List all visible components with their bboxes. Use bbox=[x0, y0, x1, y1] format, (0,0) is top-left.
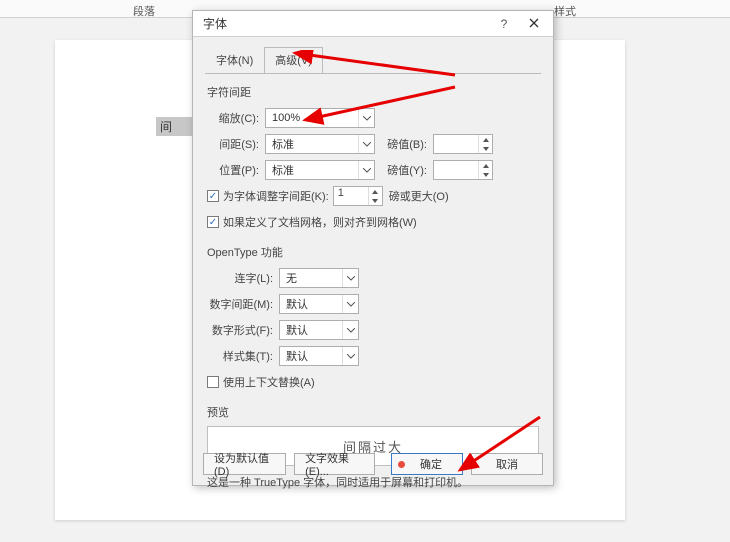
spin-pound-b[interactable] bbox=[433, 134, 493, 154]
chevron-down-icon bbox=[342, 321, 358, 339]
label-pound-b: 磅值(B): bbox=[383, 136, 433, 152]
label-pound-y: 磅值(Y): bbox=[383, 162, 433, 178]
text-effects-button[interactable]: 文字效果(E)... bbox=[294, 453, 375, 475]
chevron-down-icon bbox=[342, 347, 358, 365]
dialog-tabs: 字体(N) 高级(V) bbox=[205, 47, 553, 74]
spin-pound-y[interactable] bbox=[433, 160, 493, 180]
label-ligatures: 连字(L): bbox=[207, 270, 279, 286]
combo-num-spacing[interactable]: 默认 bbox=[279, 294, 359, 314]
ribbon-group-paragraph: 段落 bbox=[133, 3, 155, 19]
chevron-down-icon bbox=[358, 109, 374, 127]
combo-num-form[interactable]: 默认 bbox=[279, 320, 359, 340]
combo-ligatures[interactable]: 无 bbox=[279, 268, 359, 288]
font-dialog: 字体 ? 字体(N) 高级(V) 字符间距 缩放(C): 100% 间距(S):… bbox=[192, 10, 554, 486]
tab-font[interactable]: 字体(N) bbox=[205, 47, 264, 74]
dialog-button-row: 设为默认值(D) 文字效果(E)... 确定 取消 bbox=[203, 453, 543, 475]
label-spacing: 间距(S): bbox=[207, 136, 265, 152]
close-button[interactable] bbox=[519, 17, 549, 31]
combo-scale[interactable]: 100% bbox=[265, 108, 375, 128]
section-title-opentype: OpenType 功能 bbox=[207, 244, 539, 260]
label-position: 位置(P): bbox=[207, 162, 265, 178]
help-button[interactable]: ? bbox=[489, 17, 519, 31]
chevron-down-icon bbox=[342, 295, 358, 313]
combo-style-set[interactable]: 默认 bbox=[279, 346, 359, 366]
label-num-form: 数字形式(F): bbox=[207, 322, 279, 338]
chevron-down-icon bbox=[358, 135, 374, 153]
ribbon-group-styles: 样式 bbox=[554, 3, 576, 19]
check-context-alt[interactable]: 使用上下文替换(A) bbox=[207, 374, 315, 390]
section-char-spacing: 字符间距 缩放(C): 100% 间距(S): 标准 磅值(B): 位置(P): bbox=[207, 84, 539, 234]
section-opentype: OpenType 功能 连字(L): 无 数字间距(M): 默认 数字形式(F)… bbox=[207, 244, 539, 394]
section-title-preview: 预览 bbox=[207, 404, 539, 420]
check-grid-align[interactable]: ✓ 如果定义了文档网格，则对齐到网格(W) bbox=[207, 214, 417, 230]
label-num-spacing: 数字间距(M): bbox=[207, 296, 279, 312]
chevron-down-icon bbox=[342, 269, 358, 287]
dialog-title: 字体 bbox=[203, 15, 489, 32]
ok-button[interactable]: 确定 bbox=[391, 453, 463, 475]
tab-advanced[interactable]: 高级(V) bbox=[264, 47, 323, 74]
label-kerning-unit: 磅或更大(O) bbox=[389, 188, 449, 204]
combo-spacing[interactable]: 标准 bbox=[265, 134, 375, 154]
label-scale: 缩放(C): bbox=[207, 110, 265, 126]
set-default-button[interactable]: 设为默认值(D) bbox=[203, 453, 286, 475]
dialog-titlebar: 字体 ? bbox=[193, 11, 553, 37]
combo-position[interactable]: 标准 bbox=[265, 160, 375, 180]
section-title-char-spacing: 字符间距 bbox=[207, 84, 539, 100]
check-kerning[interactable]: ✓ 为字体调整字间距(K): bbox=[207, 188, 329, 204]
chevron-down-icon bbox=[358, 161, 374, 179]
spin-kerning[interactable]: 1 bbox=[333, 186, 383, 206]
label-style-set: 样式集(T): bbox=[207, 348, 279, 364]
cancel-button[interactable]: 取消 bbox=[471, 453, 543, 475]
